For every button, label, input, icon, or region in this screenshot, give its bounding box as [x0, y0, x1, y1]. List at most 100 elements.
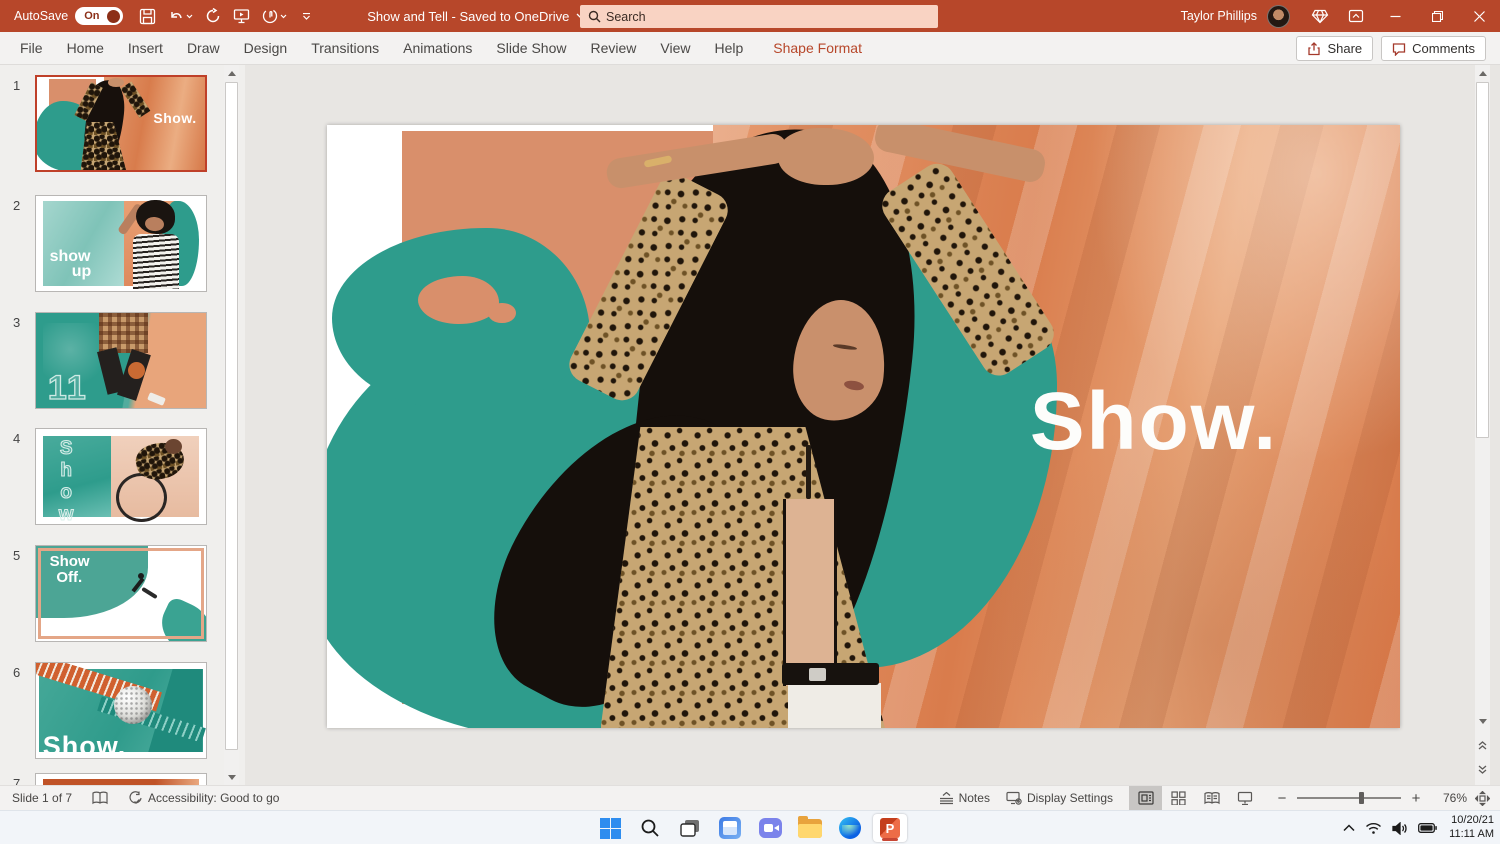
tab-draw[interactable]: Draw — [175, 32, 232, 64]
notes-button[interactable]: Notes — [939, 791, 990, 805]
slideshow-view-button[interactable] — [1228, 786, 1261, 811]
accessibility-icon — [129, 791, 142, 804]
scroll-up-arrow-icon[interactable] — [224, 65, 239, 81]
widgets-button[interactable] — [710, 811, 750, 844]
restore-button[interactable] — [1416, 0, 1458, 32]
spell-check-button[interactable] — [92, 791, 108, 805]
undo-icon — [170, 12, 182, 19]
zoom-in-button[interactable]: + — [1409, 790, 1423, 807]
tab-design[interactable]: Design — [232, 32, 300, 64]
task-view-button[interactable] — [670, 811, 710, 844]
document-title[interactable]: Show and Tell - Saved to OneDrive — [367, 9, 585, 24]
tray-chevron-up-button[interactable] — [1343, 824, 1355, 832]
slide-sorter-view-button[interactable] — [1162, 786, 1195, 811]
thumb3-plaid-shirt — [98, 313, 149, 353]
previous-slide-button[interactable] — [1475, 737, 1490, 753]
comments-button[interactable]: Comments — [1381, 36, 1486, 61]
thumbnail-scrollbar-thumb[interactable] — [225, 82, 238, 750]
comment-icon — [1392, 42, 1406, 56]
autosave-toggle[interactable]: On — [75, 7, 124, 25]
slide-1-canvas[interactable]: Show. — [327, 125, 1400, 728]
search-box[interactable] — [580, 5, 938, 28]
slide-thumbnail-4[interactable]: Show — [35, 428, 207, 525]
double-chevron-down-icon — [1478, 765, 1487, 774]
slide-thumbnail-5[interactable]: Show Off. — [35, 545, 207, 642]
redo-button[interactable] — [198, 0, 227, 32]
diamond-icon — [1311, 9, 1329, 23]
slide-thumbnail-2[interactable]: show up — [35, 195, 207, 292]
thumbnail-scrollbar[interactable] — [224, 65, 239, 785]
reading-view-button[interactable] — [1195, 786, 1228, 811]
slide-thumbnail-6[interactable]: Show. — [35, 662, 207, 759]
premium-button[interactable] — [1302, 0, 1338, 32]
slide-thumbnail-3[interactable]: 11 — [35, 312, 207, 409]
powerpoint-icon: P — [880, 818, 900, 838]
thumbnail-item-7: 7 — [0, 773, 245, 785]
user-name[interactable]: Taylor Phillips — [1181, 9, 1257, 23]
thumb1-caption: Show. — [153, 110, 197, 127]
undo-button[interactable] — [162, 0, 198, 32]
touch-mouse-mode-button[interactable] — [256, 0, 292, 32]
tab-home[interactable]: Home — [55, 32, 116, 64]
display-settings-button[interactable]: Display Settings — [1006, 791, 1113, 805]
tab-insert[interactable]: Insert — [116, 32, 175, 64]
tab-help[interactable]: Help — [702, 32, 755, 64]
save-button[interactable] — [133, 0, 162, 32]
taskbar-clock[interactable]: 10/20/21 11:11 AM — [1449, 814, 1494, 842]
tab-view[interactable]: View — [648, 32, 702, 64]
start-button[interactable] — [590, 811, 630, 844]
avatar[interactable] — [1267, 4, 1290, 28]
zoom-out-button[interactable]: − — [1275, 790, 1289, 807]
battery-button[interactable] — [1418, 823, 1437, 833]
search-input[interactable] — [606, 9, 906, 24]
zoom-level[interactable]: 76% — [1433, 791, 1467, 805]
tab-slide-show[interactable]: Slide Show — [484, 32, 578, 64]
close-button[interactable] — [1458, 0, 1500, 32]
thumb6-caption: Show. — [42, 731, 127, 759]
zoom-slider-thumb[interactable] — [1359, 792, 1365, 804]
fit-slide-to-window-button[interactable] — [1475, 790, 1490, 806]
slide-thumbnail-7[interactable] — [35, 773, 207, 785]
scroll-down-arrow-icon[interactable] — [1475, 713, 1490, 729]
next-slide-button[interactable] — [1475, 761, 1490, 777]
zoom-slider[interactable] — [1297, 792, 1401, 804]
normal-view-button[interactable] — [1129, 785, 1162, 811]
slide-number: 2 — [13, 198, 21, 213]
minimize-button[interactable] — [1374, 0, 1416, 32]
display-settings-label: Display Settings — [1026, 791, 1113, 805]
main-scrollbar-thumb[interactable] — [1476, 82, 1489, 438]
taskbar-search-button[interactable] — [630, 811, 670, 844]
powerpoint-taskbar-button[interactable]: P — [870, 811, 910, 844]
start-slideshow-button[interactable] — [227, 0, 256, 32]
double-chevron-up-icon — [1478, 740, 1487, 749]
share-icon — [1308, 41, 1321, 55]
tab-review[interactable]: Review — [578, 32, 648, 64]
file-explorer-icon — [798, 815, 822, 838]
status-bar: Slide 1 of 7 Accessibility: Good to go N… — [0, 785, 1500, 811]
chat-button[interactable] — [750, 811, 790, 844]
share-button[interactable]: Share — [1296, 36, 1374, 61]
edge-button[interactable] — [830, 811, 870, 844]
slide-thumbnail-1[interactable]: Show. — [35, 75, 207, 172]
wifi-button[interactable] — [1365, 822, 1382, 835]
close-icon — [1473, 10, 1485, 22]
tab-shape-format[interactable]: Shape Format — [761, 32, 874, 64]
scroll-up-arrow-icon[interactable] — [1475, 65, 1490, 81]
editing-canvas[interactable]: Show. — [245, 65, 1500, 785]
slide-splash-hole — [487, 302, 516, 324]
active-app-tile: P — [873, 814, 907, 842]
share-label: Share — [1327, 41, 1363, 56]
scroll-down-arrow-icon[interactable] — [224, 769, 239, 785]
customize-qat-button[interactable] — [292, 0, 321, 32]
tab-transitions[interactable]: Transitions — [299, 32, 391, 64]
accessibility-checker-button[interactable]: Accessibility: Good to go — [128, 791, 279, 805]
comments-label: Comments — [1412, 41, 1475, 56]
tab-animations[interactable]: Animations — [391, 32, 484, 64]
tab-file[interactable]: File — [8, 32, 55, 64]
file-explorer-button[interactable] — [790, 811, 830, 844]
slide-indicator[interactable]: Slide 1 of 7 — [12, 791, 72, 805]
volume-button[interactable] — [1392, 821, 1408, 835]
main-scrollbar[interactable] — [1475, 65, 1490, 785]
slide-title-text[interactable]: Show. — [1030, 375, 1278, 469]
ribbon-display-options-button[interactable] — [1338, 0, 1374, 32]
